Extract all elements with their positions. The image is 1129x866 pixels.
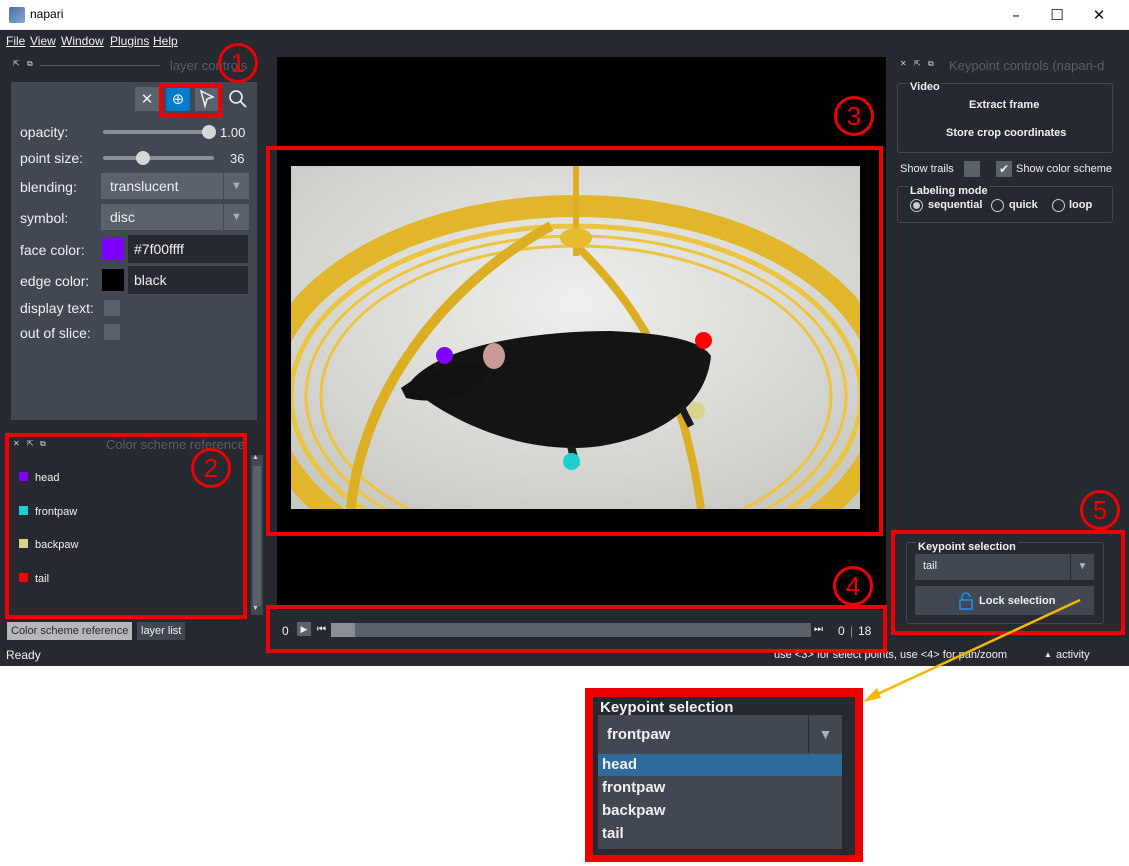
symbol-label: symbol:: [20, 210, 69, 226]
annotation-badge-1: 1: [218, 43, 258, 83]
tab-color-scheme-reference[interactable]: Color scheme reference: [7, 622, 133, 640]
keypoint-controls-title: Keypoint controls (napari-d: [949, 58, 1105, 73]
face-color-swatch[interactable]: [102, 238, 124, 260]
blending-label: blending:: [20, 179, 77, 195]
point-size-slider-handle[interactable]: [135, 151, 150, 165]
kc-close-icon[interactable]: ✕: [900, 59, 907, 68]
inset-dropdown-arrow-icon[interactable]: ▼: [808, 715, 842, 753]
video-group-box: [897, 83, 1113, 153]
point-size-label: point size:: [20, 150, 84, 166]
annotation-box-1: [159, 84, 222, 118]
menu-plugins[interactable]: Plugins: [110, 34, 149, 48]
close-window-button[interactable]: ✕: [1078, 0, 1120, 30]
delete-points-button[interactable]: ✕: [135, 87, 159, 111]
inset-option-head[interactable]: head: [598, 754, 842, 776]
annotation-badge-3: 3: [834, 96, 874, 136]
minimize-button[interactable]: –: [995, 0, 1037, 30]
dock-close-icon[interactable]: ⧉: [27, 59, 33, 69]
mode-quick-radio[interactable]: [991, 199, 1004, 212]
magnifier-icon: [229, 90, 247, 108]
edge-color-label: edge color:: [20, 273, 90, 289]
labeling-mode-title: Labeling mode: [908, 185, 990, 197]
mode-loop-radio[interactable]: [1052, 199, 1065, 212]
scroll-up-arrow-icon[interactable]: ▲: [252, 454, 259, 461]
opacity-slider-handle[interactable]: [202, 125, 216, 139]
show-trails-checkbox[interactable]: [964, 161, 980, 177]
edge-color-swatch[interactable]: [102, 269, 124, 291]
mode-sequential-label[interactable]: sequential: [928, 199, 982, 211]
pan-zoom-button[interactable]: [226, 87, 250, 111]
out-of-slice-checkbox[interactable]: [104, 324, 120, 340]
menu-help[interactable]: Help: [153, 34, 178, 48]
mode-sequential-radio[interactable]: [910, 199, 923, 212]
dock-title-line: [40, 65, 160, 66]
edge-color-input[interactable]: black: [128, 266, 248, 294]
face-color-label: face color:: [20, 242, 85, 258]
annotation-badge-2: 2: [191, 448, 231, 488]
opacity-slider-track[interactable]: [103, 130, 209, 134]
display-text-checkbox[interactable]: [104, 300, 120, 316]
display-text-label: display text:: [20, 300, 94, 316]
face-color-input[interactable]: #7f00ffff: [128, 235, 248, 263]
blending-combo[interactable]: translucent: [101, 173, 223, 199]
out-of-slice-label: out of slice:: [20, 325, 91, 341]
inset-keypoint-selection-title: Keypoint selection: [600, 699, 734, 716]
csr-scrollbar-thumb[interactable]: [253, 466, 261, 606]
point-size-slider-track[interactable]: [103, 156, 214, 160]
kc-detach-icon[interactable]: ⧉: [928, 59, 934, 69]
window-title: napari: [30, 7, 64, 21]
video-group-title: Video: [908, 81, 942, 93]
point-size-value: 36: [230, 151, 245, 166]
title-bar: [0, 0, 1129, 30]
inset-option-frontpaw[interactable]: frontpaw: [598, 777, 842, 799]
show-color-scheme-label: Show color scheme: [1016, 163, 1112, 175]
mode-quick-label[interactable]: quick: [1009, 199, 1038, 211]
blending-dropdown-arrow-icon[interactable]: ▼: [223, 173, 249, 199]
symbol-dropdown-arrow-icon[interactable]: ▼: [223, 204, 249, 230]
inset-combo-value[interactable]: frontpaw: [607, 726, 670, 743]
mode-loop-label[interactable]: loop: [1069, 199, 1092, 211]
napari-app-icon: [9, 7, 25, 23]
annotation-badge-5: 5: [1080, 490, 1120, 530]
store-crop-button[interactable]: Store crop coordinates: [946, 127, 1066, 139]
annotation-box-3: [266, 146, 883, 536]
status-ready: Ready: [6, 648, 41, 662]
annotation-box-4: [266, 605, 887, 653]
extract-frame-button[interactable]: Extract frame: [969, 99, 1039, 111]
inset-option-tail[interactable]: tail: [598, 823, 842, 845]
kc-float-icon[interactable]: ⇱: [914, 59, 921, 68]
symbol-combo[interactable]: disc: [101, 204, 223, 230]
menu-file[interactable]: File: [6, 34, 25, 48]
show-color-scheme-checkbox[interactable]: ✔: [996, 161, 1012, 177]
menu-view[interactable]: View: [30, 34, 56, 48]
opacity-label: opacity:: [20, 124, 69, 140]
show-trails-label: Show trails: [900, 163, 954, 175]
inset-option-backpaw[interactable]: backpaw: [598, 800, 842, 822]
scroll-down-arrow-icon[interactable]: ▼: [252, 605, 259, 612]
opacity-value: 1.00: [220, 125, 246, 140]
menu-window[interactable]: Window: [61, 34, 104, 48]
dock-float-icon[interactable]: ⇱: [13, 59, 20, 68]
tab-layer-list[interactable]: layer list: [137, 622, 186, 640]
maximize-button[interactable]: ☐: [1036, 0, 1078, 30]
callout-arrow: [863, 598, 1081, 702]
